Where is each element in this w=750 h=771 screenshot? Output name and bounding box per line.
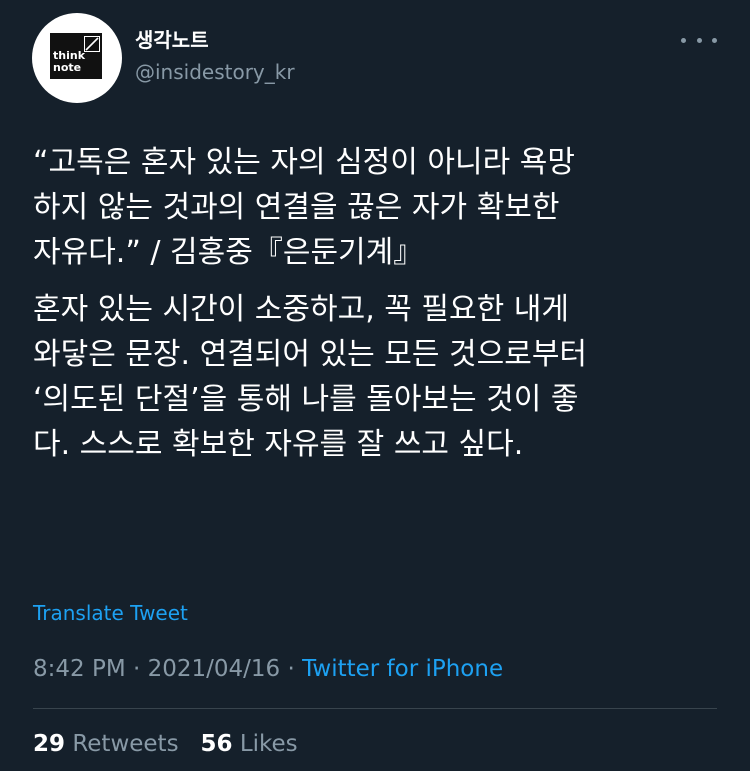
tweet-paragraph-quote: “고독은 혼자 있는 자의 심정이 아니라 욕망 하지 않는 것과의 연결을 끊… xyxy=(33,145,575,270)
author-display-name[interactable]: 생각노트 xyxy=(135,28,209,52)
think-note-logo: think note xyxy=(50,33,102,79)
meta-separator: · xyxy=(280,656,303,682)
divider xyxy=(33,708,717,709)
translate-tweet-link[interactable]: Translate Tweet xyxy=(33,600,188,626)
likes-stat[interactable]: 56 Likes xyxy=(201,731,298,757)
retweets-stat[interactable]: 29 Retweets xyxy=(33,731,179,757)
more-horizontal-icon[interactable] xyxy=(681,30,717,50)
tweet-source-link[interactable]: Twitter for iPhone xyxy=(302,656,503,682)
more-dot xyxy=(712,37,717,43)
tweet-time[interactable]: 8:42 PM xyxy=(33,656,126,682)
tweet-date[interactable]: 2021/04/16 xyxy=(148,656,281,682)
likes-label: Likes xyxy=(239,731,298,757)
likes-count: 56 xyxy=(200,731,233,757)
retweets-label: Retweets xyxy=(72,731,179,757)
avatar[interactable]: think note xyxy=(32,13,122,103)
tweet-metadata: 8:42 PM · 2021/04/16 · Twitter for iPhon… xyxy=(33,655,503,683)
tweet-stats: 29 Retweets 56 Likes xyxy=(33,730,298,758)
tweet-text: “고독은 혼자 있는 자의 심정이 아니라 욕망 하지 않는 것과의 연결을 끊… xyxy=(33,140,733,467)
more-dot xyxy=(681,37,686,43)
author-handle[interactable]: @insidestory_kr xyxy=(135,60,295,84)
retweets-count: 29 xyxy=(33,731,66,757)
meta-separator: · xyxy=(125,656,148,682)
logo-text-line2: note xyxy=(53,61,82,74)
more-dot xyxy=(696,37,702,43)
tweet-paragraph-comment: 혼자 있는 시간이 소중하고, 꼭 필요한 내게 와닿은 문장. 연결되어 있는… xyxy=(33,292,588,462)
